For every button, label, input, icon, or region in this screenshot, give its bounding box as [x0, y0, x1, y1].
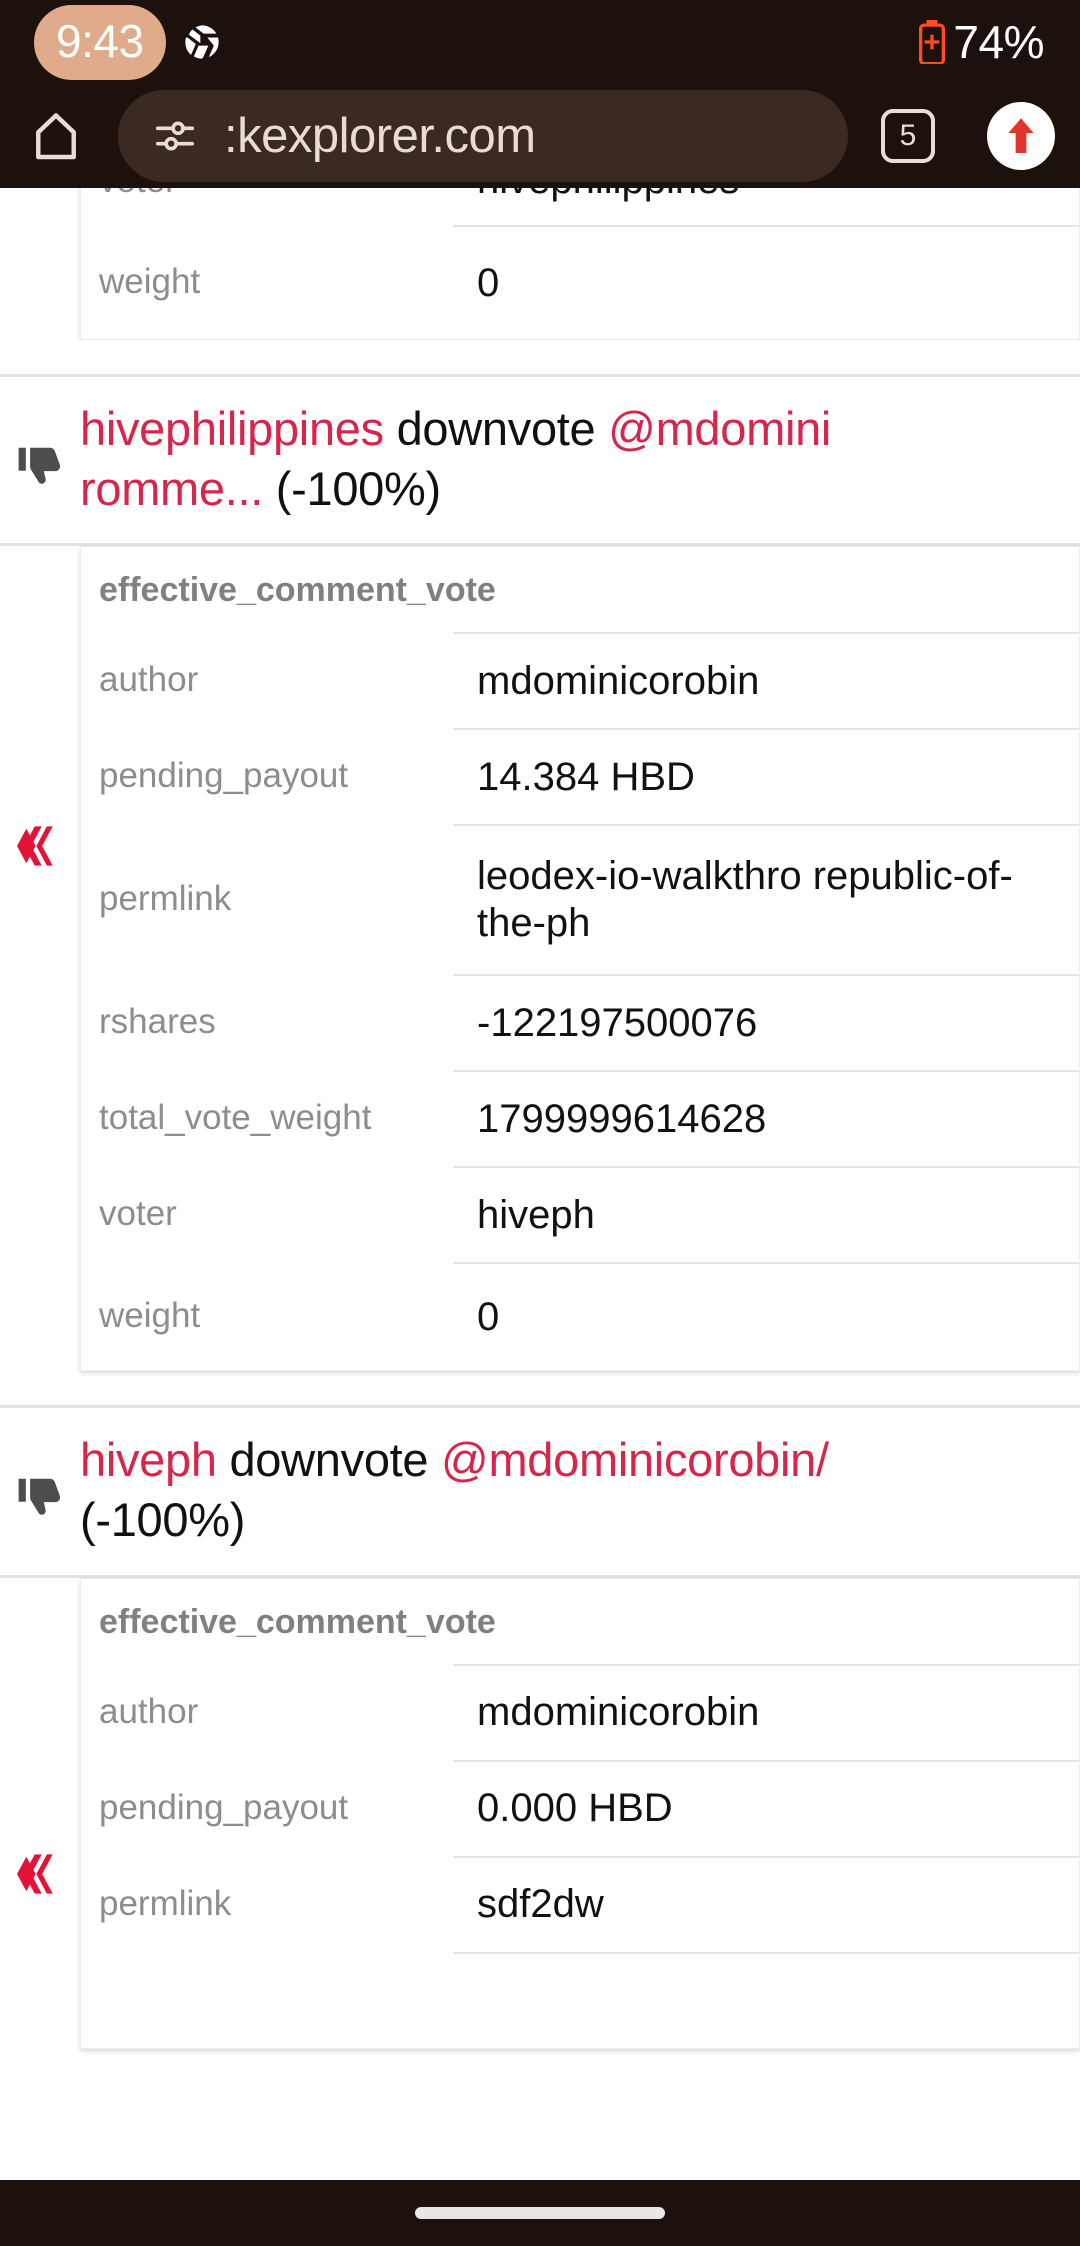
status-bar: 9:43 74%	[0, 0, 1080, 84]
battery-icon	[919, 20, 946, 64]
home-icon	[36, 113, 76, 160]
row-value: mdominicorobin	[453, 632, 1079, 728]
vote-percent: (-100%)	[80, 1493, 246, 1547]
row-key: pending_payout	[99, 756, 349, 796]
status-bar-left: 9:43	[0, 4, 222, 80]
status-clock: 9:43	[34, 4, 166, 80]
table-row: weight 0	[81, 1262, 1079, 1370]
vote-direction-icon-wrap	[0, 1430, 80, 1526]
table-row: permlink leodex-io-walkthro republic-of-…	[81, 824, 1079, 974]
card-title: effective_comment_vote	[99, 1602, 496, 1641]
row-value: 0	[453, 225, 1079, 339]
table-row: author mdominicorobin	[81, 1663, 1079, 1760]
target-link[interactable]: @mdominicorobin/	[441, 1433, 829, 1486]
row-key: author	[99, 660, 199, 700]
operation-block: hiveph downvote @mdominicorobin/(-100%) …	[0, 1405, 1080, 2049]
action-label: downvote	[229, 1433, 429, 1487]
operation-summary-text: hivephilippines downvote @mdomini romme..…	[80, 399, 1080, 519]
table-row: permlink sdf2dw	[81, 1855, 1079, 1952]
bottom-nav-bar	[0, 2180, 1080, 2246]
row-key: author	[99, 1691, 199, 1731]
operation-block: hivephilippines downvote @mdomini romme..…	[0, 374, 1080, 1406]
row-value: mdominicorobin	[453, 1663, 1079, 1760]
home-button[interactable]	[0, 108, 112, 164]
table-row: voter hivephilippines	[81, 188, 1079, 225]
row-key: weight	[99, 1296, 201, 1336]
operation-card-wrap: effective_comment_vote author mdominicor…	[0, 1577, 1080, 2049]
row-value: sdf2dw	[453, 1855, 1079, 1952]
row-key: voter	[81, 188, 453, 225]
row-value	[453, 1951, 1079, 2048]
tab-count: 5	[881, 109, 935, 163]
table-row: voter hiveph	[81, 1166, 1079, 1262]
row-value: 1799999614628	[453, 1070, 1079, 1166]
shutter-icon	[184, 25, 219, 59]
row-value: 14.384 HBD	[453, 728, 1079, 824]
target-link-tail[interactable]: romme...	[80, 462, 263, 515]
page-action-circle	[987, 102, 1055, 170]
operation-card: effective_comment_vote author mdominicor…	[80, 1577, 1080, 2049]
row-value: hivephilippines	[453, 188, 1079, 225]
site-permission-icon[interactable]	[152, 113, 198, 159]
battery-percentage: 74%	[953, 16, 1044, 68]
row-value: 0	[453, 1262, 1079, 1370]
action-label: downvote	[396, 402, 596, 455]
card-gap	[0, 1371, 1080, 1406]
page-action-button[interactable]	[962, 102, 1080, 170]
target-link[interactable]: @mdomini	[608, 402, 831, 455]
voter-link[interactable]: hiveph	[80, 1433, 217, 1486]
table-row: rshares -122197500076	[81, 974, 1079, 1070]
thumbs-down-icon	[18, 447, 61, 484]
table-row: total_vote_weight 1799999614628	[81, 1070, 1079, 1166]
table-row: pending_payout 14.384 HBD	[81, 728, 1079, 824]
page-content[interactable]: voter hivephilippines weight 0 hivephili…	[0, 188, 1080, 2180]
row-key: permlink	[99, 1883, 232, 1923]
browser-toolbar: :kexplorer.com 5	[0, 84, 1080, 188]
operation-card-wrap: effective_comment_vote author mdominicor…	[0, 546, 1080, 1372]
table-row: weight 0	[81, 225, 1079, 339]
row-value: 0.000 HBD	[453, 1759, 1079, 1856]
tab-switcher-button[interactable]: 5	[854, 109, 962, 163]
operation-summary-header[interactable]: hivephilippines downvote @mdomini romme..…	[0, 374, 1080, 547]
row-key	[81, 1952, 453, 2048]
hive-logo-icon	[17, 826, 53, 866]
upload-arrow-icon	[1008, 118, 1034, 153]
operation-card: effective_comment_vote author mdominicor…	[80, 546, 1080, 1372]
table-row: pending_payout 0.000 HBD	[81, 1759, 1079, 1856]
vote-percent: (-100%)	[275, 462, 441, 516]
row-key: total_vote_weight	[99, 1098, 372, 1138]
home-gesture-pill[interactable]	[415, 2207, 665, 2219]
operation-summary-header[interactable]: hiveph downvote @mdominicorobin/ (-100%)	[0, 1405, 1080, 1578]
table-row: author mdominicorobin	[81, 632, 1079, 728]
card-title: effective_comment_vote	[99, 571, 496, 610]
url-bar[interactable]: :kexplorer.com	[118, 90, 848, 182]
vote-direction-icon-wrap	[0, 399, 80, 495]
hive-logo-icon	[17, 1854, 53, 1894]
thumbs-down-icon	[18, 1479, 61, 1516]
url-text: :kexplorer.com	[224, 108, 536, 163]
row-key: weight	[99, 262, 201, 301]
partial-top-operation: voter hivephilippines weight 0	[0, 188, 1080, 374]
status-bar-right: 74%	[919, 19, 1080, 65]
card-gap	[0, 340, 1080, 374]
row-value: hiveph	[453, 1166, 1079, 1262]
operation-summary-text: hiveph downvote @mdominicorobin/ (-100%)	[80, 1430, 1080, 1550]
voter-link[interactable]: hivephilippines	[80, 402, 384, 455]
row-key: pending_payout	[99, 1787, 349, 1827]
table-row	[81, 1951, 1079, 2048]
row-key: voter	[99, 1194, 177, 1234]
operation-card: voter hivephilippines weight 0	[80, 188, 1080, 340]
row-key: rshares	[99, 1002, 216, 1042]
row-value: -122197500076	[453, 974, 1079, 1070]
row-key: permlink	[99, 879, 232, 919]
row-value: leodex-io-walkthro republic-of-the-ph	[453, 824, 1079, 974]
